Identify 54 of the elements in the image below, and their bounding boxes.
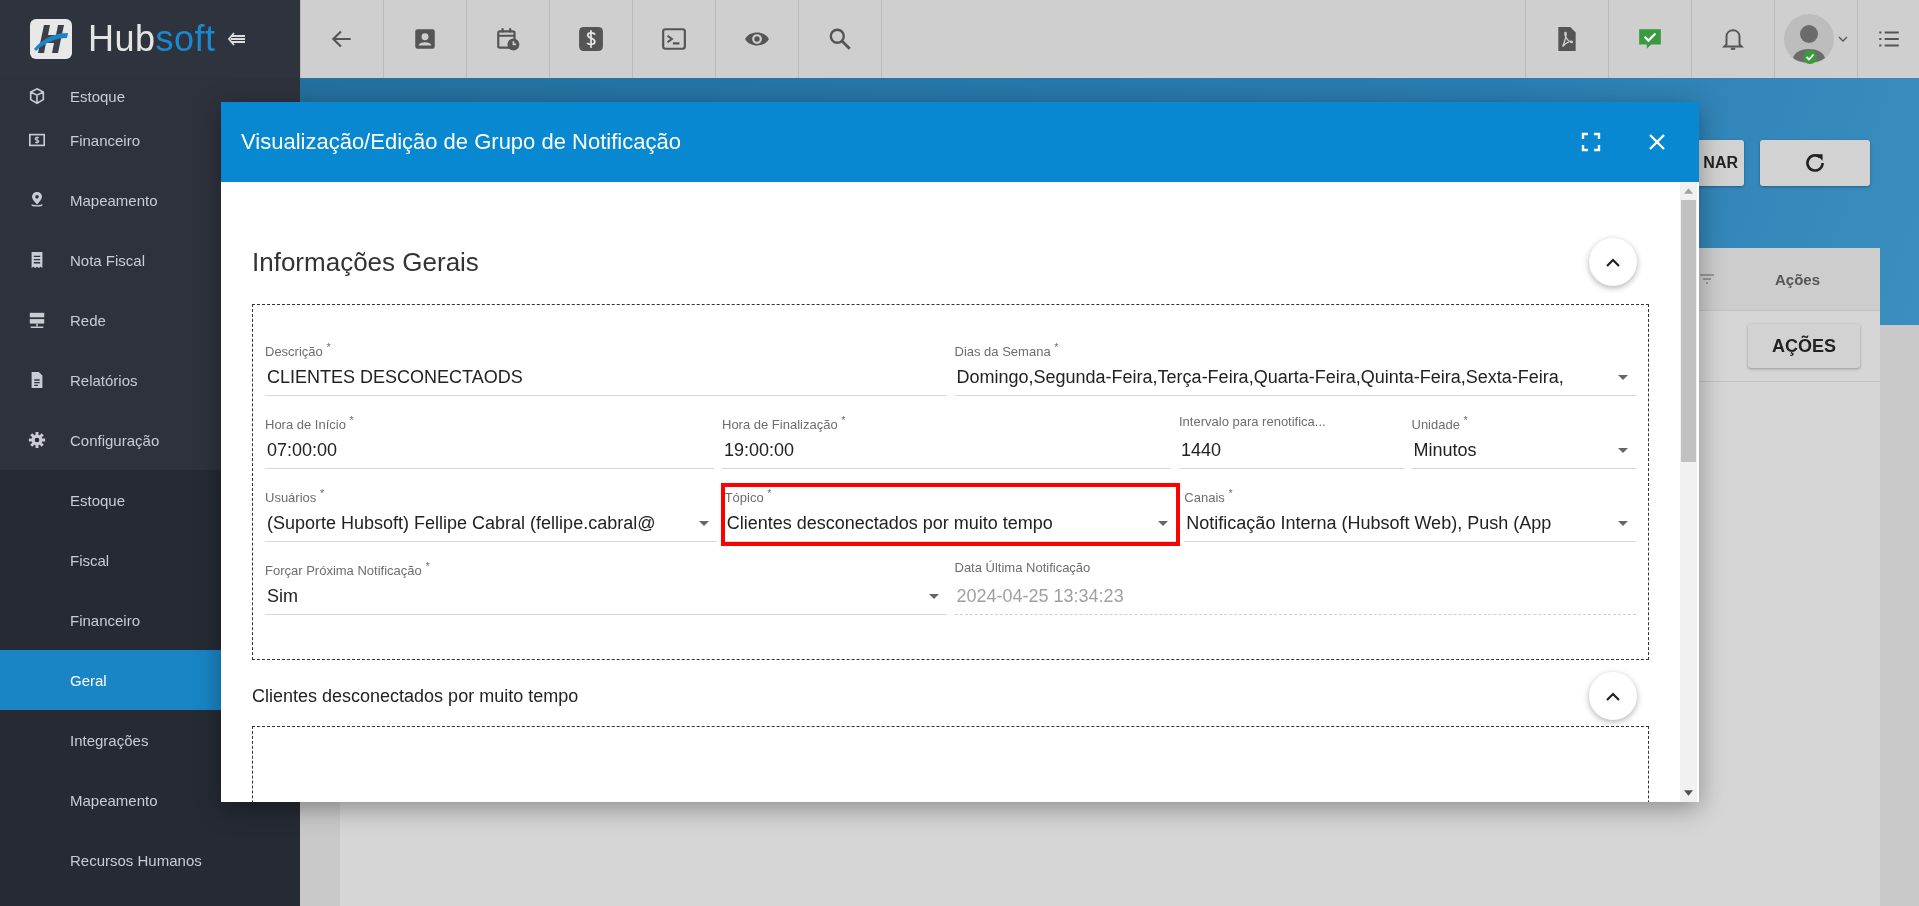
caret-icon: [1618, 520, 1628, 526]
select-field[interactable]: Sim: [265, 578, 947, 615]
logo-icon: [30, 19, 72, 59]
logo-wordmark: Hubsoft: [88, 18, 216, 60]
caret-icon: [928, 593, 939, 599]
select-field[interactable]: Domingo,Segunda-Feira,Terça-Feira,Quarta-Feira,Quinta-Feira,Sexta-Feira,: [954, 359, 1636, 396]
close-icon[interactable]: [1647, 132, 1667, 152]
bell-icon: [1720, 26, 1746, 52]
field-label: Forçar Próxima Notificação $^{*}$: [265, 560, 431, 578]
caret-icon: [1618, 374, 1628, 380]
collapse-menu-icon[interactable]: [227, 32, 246, 46]
caret-icon: [698, 520, 709, 526]
scroll-up-icon[interactable]: [1684, 188, 1693, 194]
field-label: Canais $^{*}$: [1184, 487, 1234, 505]
select-field[interactable]: (Suporte Hubsoft) Fellipe Cabral (fellipe.cabral@: [265, 505, 717, 542]
field-label: Tópico $^{*}$: [724, 487, 773, 505]
select-field[interactable]: Notificação Interna (Hubsoft Web), Push (App: [1184, 505, 1636, 542]
box-icon: [28, 87, 46, 105]
text-field[interactable]: 19:00:00: [722, 432, 1171, 469]
select-field[interactable]: Clientes desconectados por muito tempo: [724, 505, 1177, 542]
field-label: Usuários $^{*}$: [265, 487, 326, 505]
scroll-thumb[interactable]: [1681, 200, 1696, 462]
field-label: Intervalo para renotifica...: [1179, 414, 1327, 431]
column-header: Ações: [1774, 270, 1820, 288]
select-field[interactable]: Minutos: [1411, 432, 1636, 469]
actions-button[interactable]: AÇÕES: [1748, 324, 1860, 368]
scrollbar[interactable]: [1680, 182, 1697, 802]
refresh-button[interactable]: [1760, 140, 1870, 186]
avatar-icon: [1784, 14, 1834, 64]
chevron-up-icon: [1606, 257, 1620, 267]
caret-icon: [1618, 447, 1628, 453]
search-icon: [827, 26, 853, 52]
field-label: Unidade $^{*}$: [1411, 414, 1469, 432]
text-field[interactable]: CLIENTES DESCONECTAODS: [265, 359, 947, 396]
sidebar-item[interactable]: Recursos Humanos: [0, 830, 300, 890]
calendar-clock-icon: [495, 26, 521, 52]
field-label: Hora de Finalização $^{*}$: [722, 414, 847, 432]
field-label: Dias da Semana $^{*}$: [954, 341, 1060, 359]
scroll-down-icon[interactable]: [1684, 790, 1693, 796]
text-field[interactable]: 07:00:00: [265, 432, 714, 469]
sidebar-item[interactable]: Estoque: [0, 78, 300, 110]
terminal-icon: [661, 26, 687, 52]
network-icon: [28, 311, 46, 329]
gear-icon: [28, 431, 46, 449]
caret-icon: [1158, 520, 1169, 526]
chevron-up-icon: [1606, 691, 1620, 701]
text-field[interactable]: 1440: [1179, 432, 1404, 469]
money-icon: [28, 131, 46, 149]
chevron-down-icon: [1838, 36, 1848, 42]
field-label: Data Última Notificação: [954, 560, 1092, 577]
dollar-icon: [578, 26, 604, 52]
sort-icon[interactable]: [1698, 273, 1715, 285]
fullscreen-icon[interactable]: [1581, 132, 1601, 152]
contact-card-icon: [412, 26, 438, 52]
